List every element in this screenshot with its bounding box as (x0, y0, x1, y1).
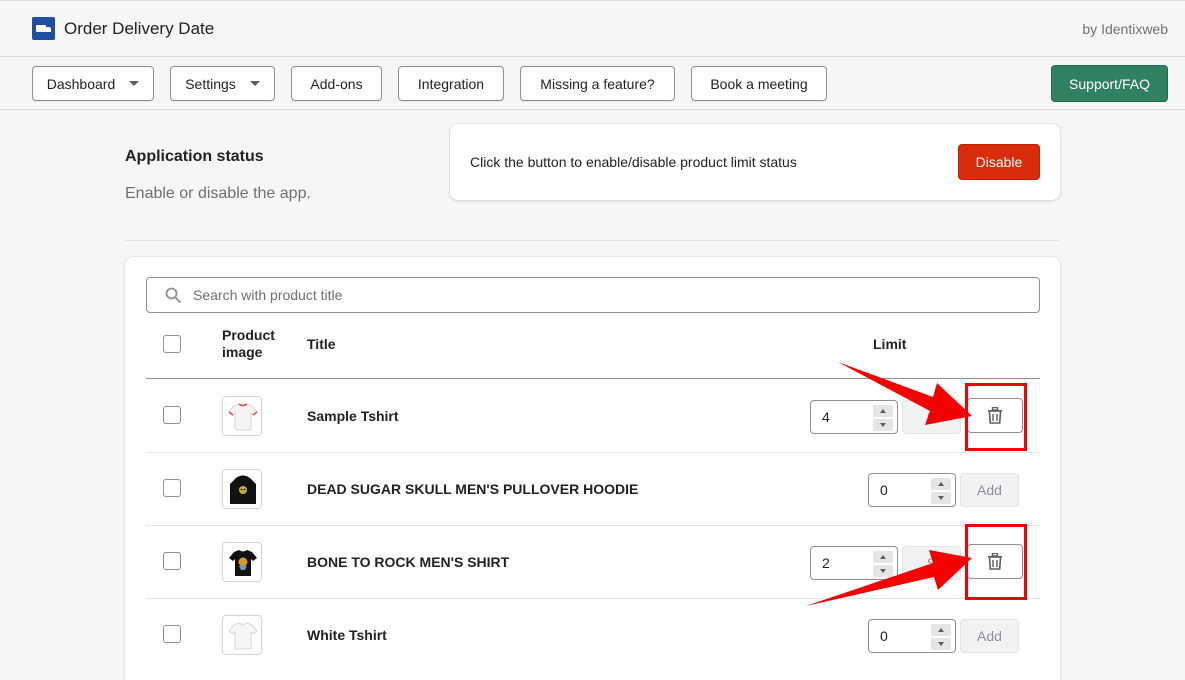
product-thumbnail (222, 469, 262, 509)
increment-button[interactable] (931, 478, 951, 490)
row-checkbox[interactable] (163, 406, 181, 424)
table-row: DEAD SUGAR SKULL MEN'S PULLOVER HOODIE A… (146, 453, 1040, 526)
developer-byline: by Identixweb (1082, 21, 1168, 37)
disable-button[interactable]: Disable (958, 144, 1040, 180)
caret-down-icon (129, 81, 140, 86)
highlight-box (965, 383, 1027, 451)
product-title: White Tshirt (307, 627, 387, 643)
row-checkbox[interactable] (163, 479, 181, 497)
limit-value[interactable] (880, 482, 920, 498)
book-meeting-button[interactable]: Book a meeting (691, 66, 827, 101)
nav-bar: Dashboard Settings Add-ons Integration M… (0, 57, 1185, 110)
product-title: BONE TO ROCK MEN'S SHIRT (307, 554, 510, 570)
increment-button[interactable] (873, 551, 893, 563)
dashboard-label: Dashboard (46, 75, 116, 92)
caret-down-icon (249, 81, 260, 86)
row-checkbox[interactable] (163, 625, 181, 643)
status-card-text: Click the button to enable/disable produ… (470, 154, 797, 170)
chevron-down-icon (880, 423, 886, 427)
header-title: Title (307, 336, 336, 352)
support-faq-button[interactable]: Support/FAQ (1051, 65, 1168, 102)
limit-input[interactable] (810, 546, 898, 580)
add-button[interactable]: Add (960, 619, 1019, 653)
increment-button[interactable] (931, 624, 951, 636)
app-header: Order Delivery Date by Identixweb (0, 0, 1185, 57)
addons-button[interactable]: Add-ons (291, 66, 382, 101)
limit-value[interactable] (822, 555, 862, 571)
limit-value[interactable] (822, 409, 862, 425)
chevron-down-icon (938, 496, 944, 500)
product-table-card: Product image Title Limit Sample Tshirt … (125, 257, 1060, 680)
save-button[interactable]: S (902, 400, 961, 434)
select-all-checkbox[interactable] (163, 335, 181, 353)
limit-input[interactable] (868, 473, 956, 507)
dashboard-menu-button[interactable]: Dashboard (32, 66, 154, 101)
chevron-up-icon (880, 555, 886, 559)
product-thumbnail (222, 396, 262, 436)
table-row: White Tshirt Add (146, 599, 1040, 672)
limit-value[interactable] (880, 628, 920, 644)
decrement-button[interactable] (931, 638, 951, 650)
app-title: Order Delivery Date (64, 19, 215, 38)
chevron-down-icon (880, 569, 886, 573)
delivery-truck-icon (32, 17, 55, 40)
decrement-button[interactable] (873, 419, 893, 431)
table-header: Product image Title Limit (146, 317, 1040, 379)
table-row: Sample Tshirt S (146, 380, 1040, 453)
missing-feature-button[interactable]: Missing a feature? (520, 66, 675, 101)
header-product-image: Product image (222, 327, 275, 360)
header-limit: Limit (873, 336, 907, 352)
table-row: BONE TO ROCK MEN'S SHIRT S (146, 526, 1040, 599)
limit-input[interactable] (810, 400, 898, 434)
settings-menu-button[interactable]: Settings (170, 66, 275, 101)
highlight-box (965, 524, 1027, 600)
search-field[interactable] (146, 277, 1040, 313)
decrement-button[interactable] (931, 492, 951, 504)
section-title: Application status (125, 148, 264, 165)
product-thumbnail (222, 615, 262, 655)
settings-label: Settings (185, 75, 236, 92)
product-title: DEAD SUGAR SKULL MEN'S PULLOVER HOODIE (307, 481, 639, 497)
limit-input[interactable] (868, 619, 956, 653)
chevron-up-icon (938, 482, 944, 486)
chevron-up-icon (938, 628, 944, 632)
section-description: Enable or disable the app. (125, 185, 311, 202)
increment-button[interactable] (873, 405, 893, 417)
save-button[interactable]: S (902, 546, 961, 580)
chevron-up-icon (880, 409, 886, 413)
product-thumbnail (222, 542, 262, 582)
add-button[interactable]: Add (960, 473, 1019, 507)
search-input[interactable] (193, 285, 1013, 305)
product-title: Sample Tshirt (307, 408, 399, 424)
status-card: Click the button to enable/disable produ… (450, 124, 1060, 200)
section-divider (125, 240, 1060, 241)
search-icon (165, 287, 181, 303)
chevron-down-icon (938, 642, 944, 646)
row-checkbox[interactable] (163, 552, 181, 570)
integration-button[interactable]: Integration (398, 66, 504, 101)
decrement-button[interactable] (873, 565, 893, 577)
